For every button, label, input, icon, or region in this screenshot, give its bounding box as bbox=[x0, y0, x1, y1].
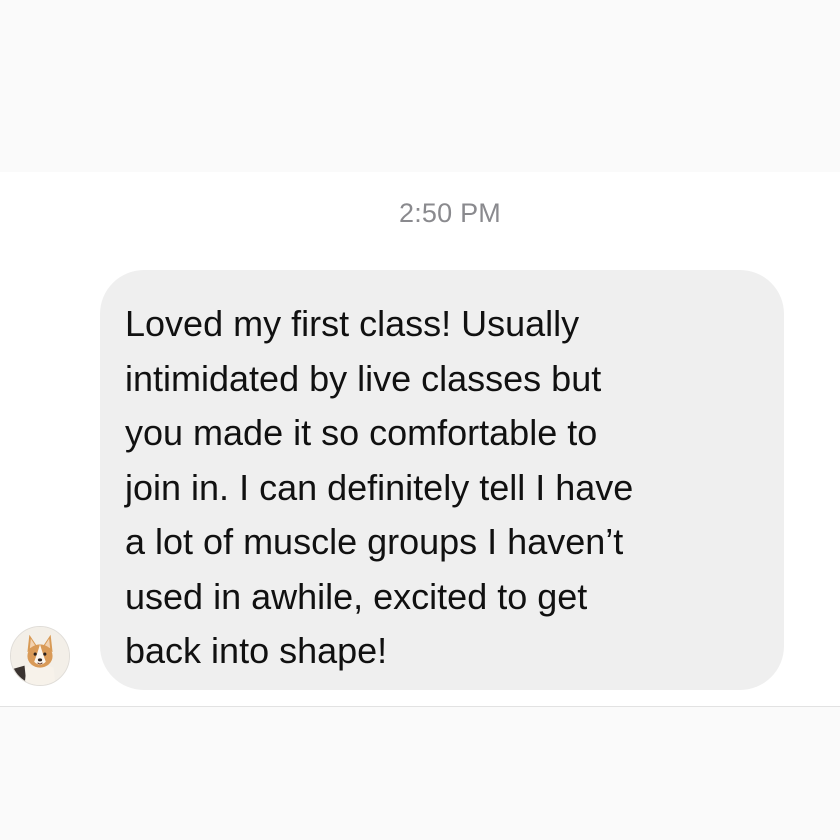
sender-avatar[interactable] bbox=[10, 626, 70, 686]
header-area bbox=[0, 0, 840, 172]
composer-area bbox=[0, 707, 840, 840]
message-timestamp: 2:50 PM bbox=[399, 198, 501, 228]
corgi-avatar-icon bbox=[11, 627, 69, 685]
message-text: Loved my first class! Usually intimidate… bbox=[125, 303, 634, 671]
